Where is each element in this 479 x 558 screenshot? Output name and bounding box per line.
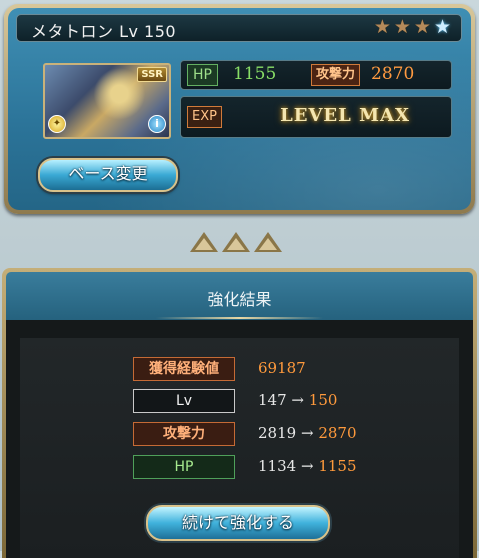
attack-after: 2870 bbox=[318, 424, 357, 442]
exp-label: EXP bbox=[187, 106, 222, 128]
level-before: 147 bbox=[258, 391, 287, 409]
character-name-level: メタトロン Lv 150 bbox=[31, 22, 177, 41]
atk-label: 攻撃力 bbox=[311, 64, 361, 86]
level-max-text: LEVEL MAX bbox=[280, 105, 410, 126]
result-title: 強化結果 bbox=[207, 290, 272, 309]
exp-gained-value: 69187 bbox=[258, 359, 306, 377]
level-label: Lv bbox=[133, 389, 235, 413]
attack-change: 2819 → 2870 bbox=[258, 422, 357, 444]
light-element-icon: ✦ bbox=[48, 115, 66, 133]
triangle-arrow-icon bbox=[190, 232, 218, 252]
star-icon: ★ bbox=[413, 16, 431, 38]
continue-enhance-button[interactable]: 続けて強化する bbox=[146, 505, 330, 541]
attack-before: 2819 bbox=[258, 424, 297, 442]
progress-arrows bbox=[190, 232, 282, 252]
triangle-arrow-icon bbox=[222, 232, 250, 252]
atk-value: 2870 bbox=[371, 64, 415, 84]
character-card: メタトロン Lv 150 ★ ★ ★ ★ SSR ✦ i HP 1155 攻撃力… bbox=[4, 4, 475, 214]
rarity-badge: SSR bbox=[137, 67, 167, 82]
arrow-right-icon: → bbox=[300, 457, 314, 475]
attack-label: 攻撃力 bbox=[133, 422, 235, 446]
result-header: 強化結果 bbox=[6, 272, 473, 320]
hp-result-label: HP bbox=[133, 455, 235, 479]
hp-value: 1155 bbox=[233, 64, 277, 84]
info-icon[interactable]: i bbox=[148, 115, 166, 133]
hp-change: 1134 → 1155 bbox=[258, 455, 357, 477]
stat-box: HP 1155 攻撃力 2870 bbox=[180, 60, 452, 90]
level-after: 150 bbox=[308, 391, 338, 409]
character-card-panel: メタトロン Lv 150 ★ ★ ★ ★ SSR ✦ i HP 1155 攻撃力… bbox=[8, 8, 471, 210]
character-portrait[interactable]: SSR ✦ i bbox=[43, 63, 171, 139]
level-change: 147 → 150 bbox=[258, 389, 337, 411]
arrow-right-icon: → bbox=[291, 391, 304, 409]
exp-box: EXP LEVEL MAX bbox=[180, 96, 452, 138]
uncap-stars: ★ ★ ★ ★ bbox=[374, 18, 451, 37]
header-ornament bbox=[156, 317, 323, 319]
hp-before: 1134 bbox=[258, 457, 297, 475]
character-title-bar: メタトロン Lv 150 ★ ★ ★ ★ bbox=[16, 14, 462, 42]
arrow-right-icon: → bbox=[300, 424, 314, 442]
exp-gained-label: 獲得経験値 bbox=[133, 357, 235, 381]
star-icon-blue: ★ bbox=[433, 16, 451, 38]
hp-after: 1155 bbox=[318, 457, 357, 475]
hp-label: HP bbox=[187, 64, 218, 86]
change-base-button[interactable]: ベース変更 bbox=[38, 158, 178, 192]
star-icon: ★ bbox=[393, 16, 411, 38]
triangle-arrow-icon bbox=[254, 232, 282, 252]
star-icon: ★ bbox=[373, 16, 391, 38]
